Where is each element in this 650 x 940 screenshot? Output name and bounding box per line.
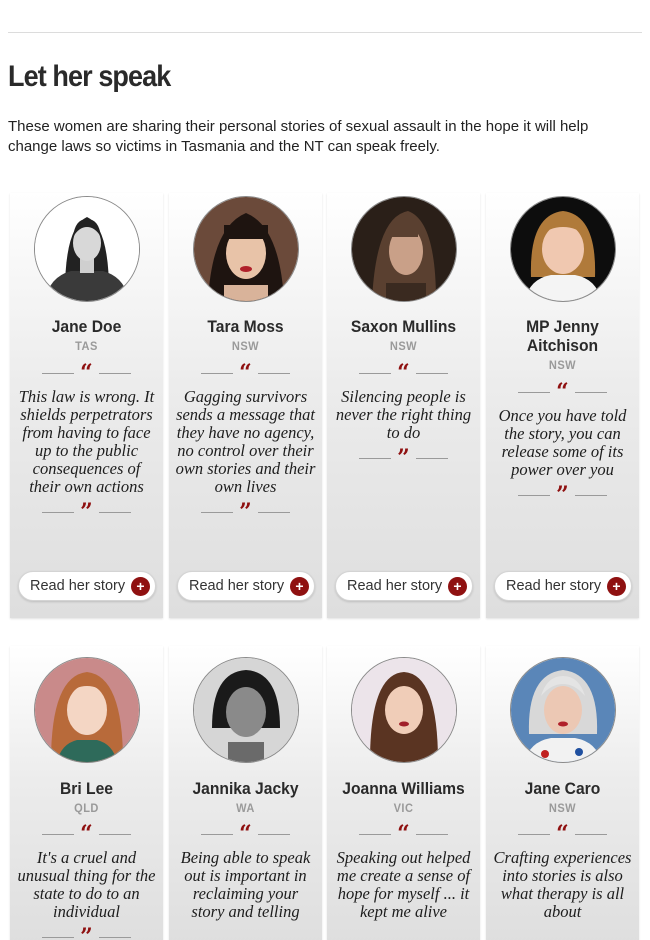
plus-icon: + bbox=[607, 577, 626, 596]
quote-block: “ Silencing people is never the right th… bbox=[333, 362, 474, 469]
profile-card: Jane Doe TAS “ This law is wrong. It shi… bbox=[10, 193, 163, 618]
quote-block: “ Being able to speak out is important i… bbox=[175, 823, 316, 927]
person-name: Joanna Williams VIC bbox=[337, 779, 470, 818]
state-label: VIC bbox=[393, 801, 414, 815]
profile-card: Saxon Mullins NSW “ Silencing people is … bbox=[327, 193, 480, 618]
plus-icon: + bbox=[290, 577, 309, 596]
read-her-story-button[interactable]: Read her story + bbox=[335, 571, 473, 601]
state-label: WA bbox=[236, 801, 255, 815]
profile-card: Joanna Williams VIC “ Speaking out helpe… bbox=[327, 646, 480, 940]
portrait-photo bbox=[510, 657, 616, 763]
portrait-photo bbox=[193, 196, 299, 302]
open-quote-mark: “ bbox=[333, 823, 474, 845]
quote-block: “ Gagging survivors sends a message that… bbox=[175, 362, 316, 523]
quote-block: “ Speaking out helped me create a sense … bbox=[333, 823, 474, 927]
quote-text: Silencing people is never the right thin… bbox=[335, 387, 472, 442]
state-label: NSW bbox=[548, 358, 577, 372]
close-quote-mark: ” bbox=[333, 447, 474, 469]
close-quote-mark: ” bbox=[16, 926, 157, 940]
page-title: Let her speak bbox=[8, 60, 171, 93]
state-label: NSW bbox=[548, 801, 577, 815]
plus-icon: + bbox=[131, 577, 150, 596]
quote-block: “ Once you have told the story, you can … bbox=[492, 381, 633, 506]
state-label: QLD bbox=[74, 801, 99, 815]
state-label: NSW bbox=[389, 339, 418, 353]
open-quote-mark: “ bbox=[175, 823, 316, 845]
state-label: TAS bbox=[75, 339, 98, 353]
close-quote-mark: ” bbox=[492, 484, 633, 506]
quote-text: This law is wrong. It shields perpetrato… bbox=[18, 387, 155, 496]
profile-card: Tara Moss NSW “ Gagging survivors sends … bbox=[169, 193, 322, 618]
quote-text: Gagging survivors sends a message that t… bbox=[175, 387, 316, 496]
intro-paragraph: These women are sharing their personal s… bbox=[8, 118, 589, 155]
open-quote-mark: “ bbox=[16, 362, 157, 384]
open-quote-mark: “ bbox=[492, 381, 633, 403]
read-her-story-button[interactable]: Read her story + bbox=[177, 571, 315, 601]
person-name: Saxon Mullins NSW bbox=[337, 317, 470, 356]
close-quote-mark: ” bbox=[175, 501, 316, 523]
person-name: Tara Moss NSW bbox=[179, 317, 312, 356]
portrait-photo bbox=[351, 196, 457, 302]
quote-text: It's a cruel and unusual thing for the s… bbox=[17, 848, 156, 921]
portrait-photo bbox=[34, 657, 140, 763]
portrait-photo bbox=[193, 657, 299, 763]
quote-block: “ It's a cruel and unusual thing for the… bbox=[16, 823, 157, 940]
person-name: Jane Doe TAS bbox=[20, 317, 153, 356]
quote-text: Crafting experiences into stories is als… bbox=[493, 848, 632, 921]
top-divider bbox=[8, 32, 642, 33]
quote-text: Once you have told the story, you can re… bbox=[498, 406, 627, 479]
silhouette-avatar-icon bbox=[34, 196, 140, 302]
state-label: NSW bbox=[231, 339, 260, 353]
read-her-story-button[interactable]: Read her story + bbox=[494, 571, 632, 601]
portrait-photo bbox=[351, 657, 457, 763]
read-her-story-button[interactable]: Read her story + bbox=[18, 571, 156, 601]
quote-block: “ This law is wrong. It shields perpetra… bbox=[16, 362, 157, 523]
plus-icon: + bbox=[448, 577, 467, 596]
quote-block: “ Crafting experiences into stories is a… bbox=[492, 823, 633, 927]
open-quote-mark: “ bbox=[16, 823, 157, 845]
person-name: MP Jenny Aitchison NSW bbox=[496, 317, 629, 375]
person-name: Jane Caro NSW bbox=[496, 779, 629, 818]
portrait-photo bbox=[510, 196, 616, 302]
open-quote-mark: “ bbox=[492, 823, 633, 845]
profile-card: Bri Lee QLD “ It's a cruel and unusual t… bbox=[10, 646, 163, 940]
profile-card: Jane Caro NSW “ Crafting experiences int… bbox=[486, 646, 639, 940]
open-quote-mark: “ bbox=[175, 362, 316, 384]
profile-card: MP Jenny Aitchison NSW “ Once you have t… bbox=[486, 193, 639, 618]
close-quote-mark: ” bbox=[16, 501, 157, 523]
person-name: Bri Lee QLD bbox=[20, 779, 153, 818]
quote-text: Speaking out helped me create a sense of… bbox=[336, 848, 471, 921]
profile-card: Jannika Jacky WA “ Being able to speak o… bbox=[169, 646, 322, 940]
person-name: Jannika Jacky WA bbox=[179, 779, 312, 818]
quote-text: Being able to speak out is important in … bbox=[180, 848, 311, 921]
open-quote-mark: “ bbox=[333, 362, 474, 384]
